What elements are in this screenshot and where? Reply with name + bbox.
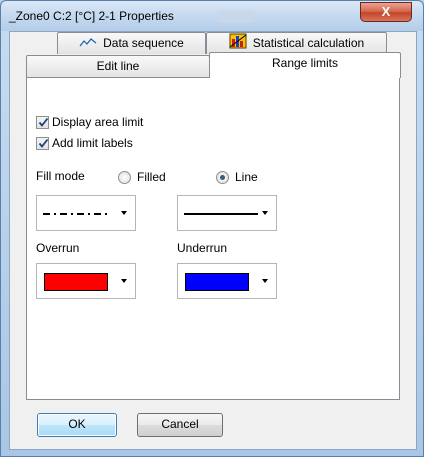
chevron-down-icon <box>262 211 268 215</box>
display-area-limit-option[interactable]: Display area limit <box>36 115 143 131</box>
fill-mode-filled-radio[interactable] <box>118 171 131 184</box>
title-bar[interactable]: _Zone0 C:2 [°C] 2-1 Properties X <box>1 1 423 31</box>
line-chart-icon <box>79 34 97 54</box>
close-icon: X <box>381 4 391 19</box>
add-limit-labels-option[interactable]: Add limit labels <box>36 136 133 152</box>
tab-data-sequence[interactable]: Data sequence <box>57 32 206 54</box>
checkmark-icon <box>38 118 49 128</box>
underrun-label: Underrun <box>177 241 228 255</box>
underrun-color-dropdown[interactable] <box>177 263 277 299</box>
chevron-down-icon <box>262 279 268 283</box>
tab-label: Edit line <box>96 59 140 73</box>
overrun-color-dropdown[interactable] <box>36 263 136 299</box>
overrun-color-swatch <box>44 273 108 291</box>
display-area-limit-label: Display area limit <box>52 115 144 129</box>
ok-button[interactable]: OK <box>37 413 117 437</box>
checkmark-icon <box>38 139 49 149</box>
tab-range-limits[interactable]: Range limits <box>209 52 401 78</box>
add-limit-labels-label: Add limit labels <box>52 136 133 150</box>
tab-label: Statistical calculation <box>252 36 365 51</box>
chevron-down-icon <box>121 279 127 283</box>
range-limits-panel: Display area limit Add limit labels Fill… <box>26 77 400 400</box>
cancel-button[interactable]: Cancel <box>137 413 223 437</box>
underrun-color-swatch <box>185 273 249 291</box>
fill-mode-filled-label[interactable]: Filled <box>137 170 166 184</box>
properties-dialog: _Zone0 C:2 [°C] 2-1 Properties X Data se… <box>0 0 424 457</box>
fill-mode-line-radio[interactable] <box>216 171 229 184</box>
fill-mode-label: Fill mode <box>36 169 85 183</box>
tab-label: Range limits <box>271 56 339 70</box>
close-button[interactable]: X <box>360 2 412 22</box>
overrun-label: Overrun <box>36 241 80 255</box>
line-style-dropdown-right[interactable] <box>177 195 277 231</box>
tab-statistical-calculation[interactable]: Statistical calculation <box>206 32 387 54</box>
window-title: _Zone0 C:2 [°C] 2-1 Properties <box>9 9 174 23</box>
line-style-dropdown-left[interactable] <box>36 195 136 231</box>
display-area-limit-checkbox[interactable] <box>36 116 49 130</box>
tab-label: Data sequence <box>103 36 184 50</box>
chevron-down-icon <box>121 211 127 215</box>
fill-mode-line-label[interactable]: Line <box>235 170 258 184</box>
dialog-client-area: Data sequence Statistical calculation Ed… <box>9 31 417 450</box>
title-blur-region <box>217 11 255 23</box>
add-limit-labels-checkbox[interactable] <box>36 137 49 151</box>
dash-dot-line-preview <box>43 213 107 215</box>
tab-edit-line[interactable]: Edit line <box>26 55 210 77</box>
solid-line-preview <box>184 213 258 215</box>
